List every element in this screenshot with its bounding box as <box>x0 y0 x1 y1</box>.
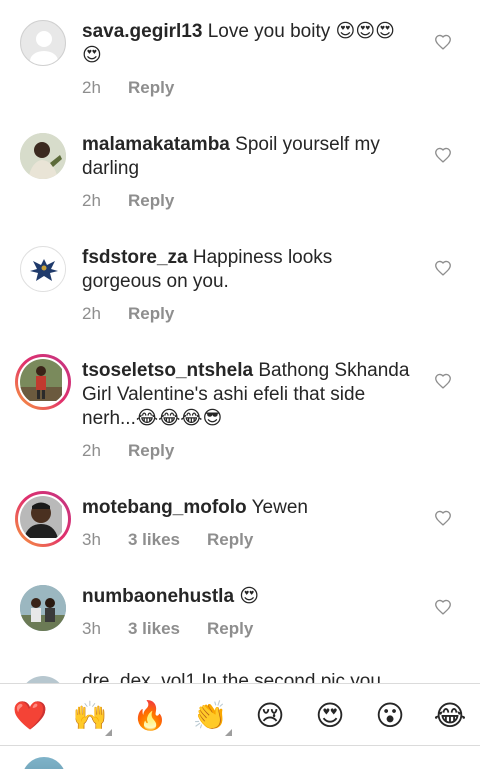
comment-message: 😍 <box>234 586 260 607</box>
comment-time: 3h <box>82 619 101 638</box>
red-heart-icon: ❤️ <box>12 699 48 732</box>
avatar[interactable] <box>20 133 66 179</box>
avatar-story-ring[interactable] <box>15 354 71 410</box>
heart-eyes-icon: 😍 <box>315 699 345 732</box>
partial-comment-text: dre_dex_vol1 In the second pic you <box>82 671 381 683</box>
raising-hands-emoji-button[interactable]: 🙌 <box>72 698 112 736</box>
red-heart-emoji-button[interactable]: ❤️ <box>12 698 48 734</box>
comment-time: 2h <box>82 191 101 210</box>
comment-meta: 3h 3 likes Reply <box>82 530 253 550</box>
surprised-face-emoji-button[interactable]: 😮 <box>372 698 408 734</box>
clapping-hands-emoji-button[interactable]: 👏 <box>192 698 232 736</box>
avatar[interactable] <box>20 20 66 66</box>
reply-button[interactable]: Reply <box>128 304 174 324</box>
likes-count[interactable]: 3 likes <box>128 619 207 639</box>
reply-button[interactable]: Reply <box>207 619 253 639</box>
fire-emoji-button[interactable]: 🔥 <box>132 698 168 734</box>
surprised-face-icon: 😮 <box>375 699 405 732</box>
reply-button[interactable]: Reply <box>128 191 174 211</box>
crying-face-emoji-button[interactable]: 😢 <box>252 698 288 734</box>
avatar[interactable] <box>20 676 66 683</box>
like-heart-icon[interactable] <box>434 373 452 389</box>
tears-of-joy-emoji-button[interactable]: 😂 <box>432 698 468 734</box>
profile-photo-icon <box>20 133 66 179</box>
likes-count[interactable]: 3 likes <box>128 530 207 550</box>
reply-button[interactable]: Reply <box>128 78 174 98</box>
like-heart-icon[interactable] <box>434 147 452 163</box>
comment-text: tsoseletso_ntshela Bathong Skhanda Girl … <box>82 359 417 431</box>
comment-time: 2h <box>82 304 101 323</box>
raising-hands-icon: 🙌 <box>72 699 108 732</box>
skin-tone-variants-indicator <box>105 729 112 736</box>
comment-username[interactable]: sava.gegirl13 <box>82 21 202 42</box>
like-heart-icon[interactable] <box>434 599 452 615</box>
skin-tone-variants-indicator <box>225 729 232 736</box>
avatar-story-ring[interactable] <box>15 491 71 547</box>
clapping-hands-icon: 👏 <box>192 699 228 732</box>
profile-photo-icon <box>20 585 66 631</box>
emoji-reaction-bar: ❤️ 🙌 🔥 👏 😢 😍 😮 😂 <box>0 683 480 746</box>
comment-text: sava.gegirl13 Love you boity 😍😍😍😍 <box>82 20 412 68</box>
comment-time: 2h <box>82 441 101 460</box>
comment-time: 3h <box>82 530 101 549</box>
avatar[interactable] <box>20 246 66 292</box>
comment-time: 2h <box>82 78 101 97</box>
comments-list[interactable]: sava.gegirl13 Love you boity 😍😍😍😍 2h Rep… <box>0 0 480 683</box>
comment-username[interactable]: numbaonehustla <box>82 586 234 607</box>
crying-face-icon: 😢 <box>255 699 285 732</box>
avatar[interactable] <box>20 585 66 631</box>
comment-username[interactable]: fsdstore_za <box>82 247 188 268</box>
comment-text: fsdstore_za Happiness looks gorgeous on … <box>82 246 412 294</box>
avatar-ring-inner <box>18 357 68 407</box>
avatar <box>20 359 66 405</box>
comment-composer-strip <box>0 746 480 769</box>
heart-eyes-emoji-button[interactable]: 😍 <box>312 698 348 734</box>
like-heart-icon[interactable] <box>434 34 452 50</box>
comment-meta: 2h Reply <box>82 191 174 211</box>
comment-text: numbaonehustla 😍 <box>82 585 412 609</box>
comment-text: malamakatamba Spoil yourself my darling <box>82 133 412 181</box>
comment-text: motebang_mofolo Yewen <box>82 496 412 520</box>
comment-meta: 2h Reply <box>82 441 174 461</box>
avatar-ring-inner <box>18 494 68 544</box>
comment-username[interactable]: motebang_mofolo <box>82 497 247 518</box>
profile-photo-icon <box>20 496 62 538</box>
like-heart-icon[interactable] <box>434 260 452 276</box>
comment-username[interactable]: malamakatamba <box>82 134 230 155</box>
fire-icon: 🔥 <box>132 699 168 732</box>
eagle-logo-icon <box>22 248 65 291</box>
reply-button[interactable]: Reply <box>207 530 253 550</box>
like-heart-icon[interactable] <box>434 510 452 526</box>
comment-message: Yewen <box>246 497 308 518</box>
comment-meta: 2h Reply <box>82 78 174 98</box>
comment-meta: 3h 3 likes Reply <box>82 619 253 639</box>
profile-photo-icon <box>20 359 62 401</box>
tears-of-joy-icon: 😂 <box>433 699 467 732</box>
avatar <box>20 496 66 542</box>
default-avatar-icon <box>30 31 58 65</box>
comment-meta: 2h Reply <box>82 304 174 324</box>
reply-button[interactable]: Reply <box>128 441 174 461</box>
comment-username[interactable]: tsoseletso_ntshela <box>82 360 253 381</box>
